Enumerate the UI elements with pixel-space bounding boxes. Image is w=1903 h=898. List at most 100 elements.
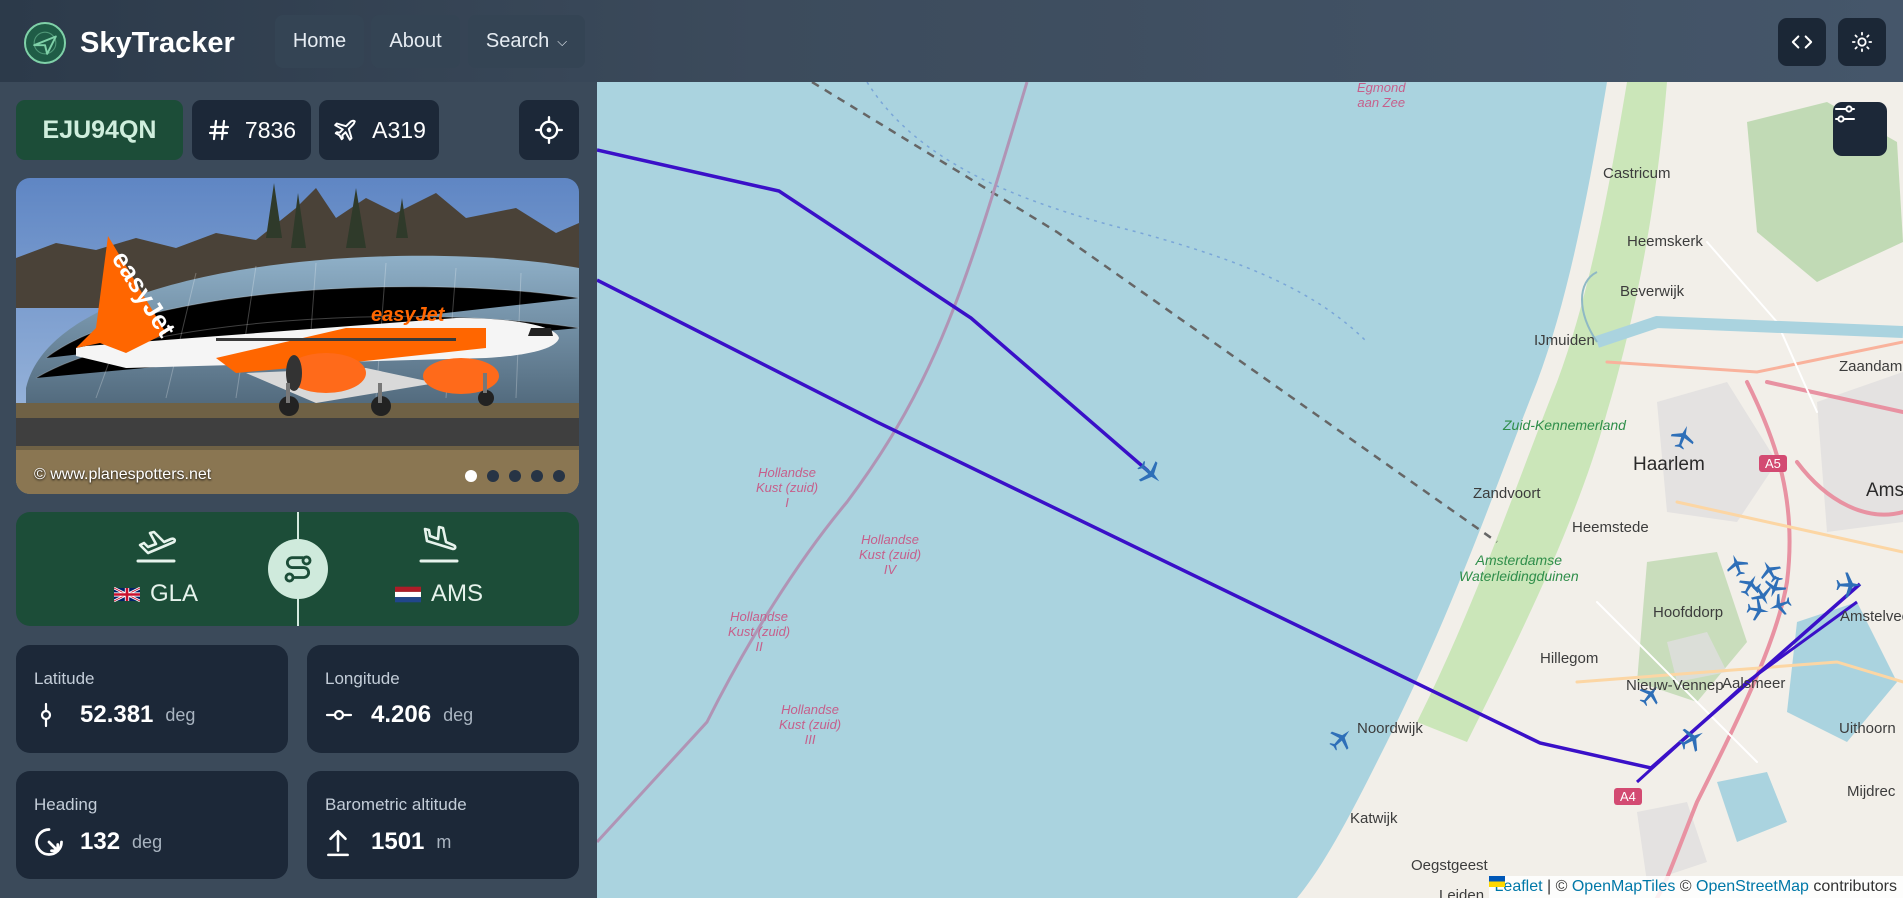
altitude-label: Barometric altitude bbox=[325, 795, 467, 814]
altitude-value: 1501 bbox=[371, 828, 425, 855]
map-attribution: Leaflet | © OpenMapTiles © OpenStreetMap… bbox=[1488, 876, 1903, 898]
nav-search-label: Search bbox=[485, 30, 550, 52]
heading-value: 132 bbox=[80, 828, 121, 855]
svg-text:easyJet: easyJet bbox=[371, 304, 446, 326]
flight-number: 7836 bbox=[244, 116, 297, 143]
origin-code: GLA bbox=[149, 580, 199, 607]
attribution-sep-2: © bbox=[1675, 878, 1696, 895]
destination-code: AMS bbox=[430, 580, 483, 607]
label-zuid-kennemerland: Zuid-Kennemerland bbox=[1503, 417, 1626, 433]
openmaptiles-link[interactable]: OpenMapTiles bbox=[1572, 878, 1675, 895]
label-heemskerk: Heemskerk bbox=[1627, 233, 1703, 250]
flight-sidebar: EJU94QN 7836 A319 easyJet easyJet © www.… bbox=[0, 82, 597, 898]
label-hk-zuid-iv: Hollandse Kust (zuid) IV bbox=[859, 532, 922, 577]
nav-search-dropdown[interactable]: Search ⌵ bbox=[468, 15, 585, 68]
label-hk-zuid-i: Hollandse Kust (zuid) I bbox=[756, 465, 819, 510]
label-haarlem: Haarlem bbox=[1633, 454, 1705, 475]
nl-flag-icon bbox=[394, 586, 421, 602]
route-button[interactable] bbox=[268, 539, 328, 599]
openstreetmap-link[interactable]: OpenStreetMap bbox=[1696, 878, 1809, 895]
longitude-icon bbox=[325, 703, 359, 727]
aircraft-photo[interactable]: easyJet easyJet © www.planespotters.net bbox=[16, 178, 579, 494]
road-shield-a5: A5 bbox=[1759, 455, 1787, 472]
longitude-card: Longitude 4.206 deg bbox=[307, 645, 579, 753]
label-ijmuiden: IJmuiden bbox=[1534, 332, 1595, 349]
sun-icon bbox=[1851, 31, 1873, 53]
label-castricum: Castricum bbox=[1603, 165, 1671, 182]
latitude-icon bbox=[34, 702, 68, 728]
aircraft-marker-selected[interactable] bbox=[1135, 458, 1165, 488]
arrow-up-icon bbox=[325, 827, 359, 857]
plane-icon bbox=[332, 117, 358, 143]
latitude-unit: deg bbox=[165, 704, 196, 725]
attribution-sep-1: | © bbox=[1542, 878, 1572, 895]
map-settings-button[interactable] bbox=[1833, 102, 1887, 156]
label-leiden: Leiden bbox=[1439, 887, 1485, 898]
sliders-icon bbox=[1835, 105, 1855, 123]
flight-map[interactable]: Egmond aan Zee Hollandse Kust (zuid) I H… bbox=[597, 82, 1903, 898]
label-amstelveen: Amstelvee bbox=[1840, 608, 1903, 625]
altitude-unit: m bbox=[436, 831, 452, 852]
carousel-dot-4[interactable] bbox=[531, 470, 543, 482]
route-icon bbox=[284, 555, 312, 583]
carousel-dot-2[interactable] bbox=[487, 470, 499, 482]
carousel-dot-5[interactable] bbox=[553, 470, 565, 482]
nav-home-label: Home bbox=[292, 30, 347, 52]
attribution-contributors: contributors bbox=[1808, 878, 1897, 895]
ukraine-flag-icon bbox=[1488, 876, 1505, 887]
longitude-value: 4.206 bbox=[371, 701, 432, 728]
label-waterleidingduinen: Amsterdamse Waterleidingduinen bbox=[1459, 552, 1579, 584]
label-hillegom: Hillegom bbox=[1540, 650, 1599, 667]
longitude-unit: deg bbox=[443, 704, 474, 725]
carousel-dot-1[interactable] bbox=[465, 470, 477, 482]
callsign-badge: EJU94QN bbox=[16, 100, 183, 160]
aircraft-marker[interactable] bbox=[1677, 724, 1707, 754]
crosshair-icon bbox=[535, 116, 563, 144]
route-panel: GLA AMS bbox=[16, 512, 579, 626]
code-icon bbox=[1791, 35, 1813, 49]
label-beverwijk: Beverwijk bbox=[1620, 283, 1685, 300]
label-mijdrecht: Mijdrec bbox=[1847, 783, 1896, 800]
nav-about[interactable]: About bbox=[371, 15, 460, 68]
photo-credit[interactable]: © www.planespotters.net bbox=[34, 466, 211, 484]
latitude-card: Latitude 52.381 deg bbox=[16, 645, 288, 753]
label-oegstgeest: Oegstgeest bbox=[1411, 857, 1488, 874]
aircraft-marker[interactable] bbox=[1669, 423, 1697, 451]
label-uithoorn: Uithoorn bbox=[1839, 720, 1896, 737]
photo-carousel-dots bbox=[465, 470, 565, 482]
brand-title[interactable]: SkyTracker bbox=[80, 27, 235, 60]
aircraft-marker[interactable] bbox=[1327, 725, 1355, 753]
aircraft-marker[interactable] bbox=[1745, 597, 1771, 623]
code-button[interactable] bbox=[1778, 18, 1826, 66]
aircraft-marker[interactable] bbox=[1834, 570, 1864, 600]
heading-unit: deg bbox=[132, 831, 163, 852]
heading-icon bbox=[34, 827, 68, 857]
label-heemstede: Heemstede bbox=[1572, 519, 1649, 536]
aircraft-type: A319 bbox=[372, 116, 426, 143]
label-hk-zuid-ii: Hollandse Kust (zuid) II bbox=[728, 609, 791, 654]
label-amsterdam: Amst bbox=[1866, 480, 1903, 501]
locate-aircraft-button[interactable] bbox=[519, 100, 579, 160]
destination-section[interactable]: AMS bbox=[339, 524, 539, 608]
latitude-value: 52.381 bbox=[80, 701, 154, 728]
logo-icon[interactable] bbox=[24, 22, 66, 64]
heading-label: Heading bbox=[34, 795, 98, 814]
nav-home[interactable]: Home bbox=[275, 15, 364, 68]
longitude-label: Longitude bbox=[325, 669, 400, 688]
shipping-lane bbox=[866, 82, 1368, 343]
altitude-card: Barometric altitude 1501 m bbox=[307, 771, 579, 879]
label-nieuw-vennep: Nieuw-Vennep bbox=[1626, 677, 1724, 694]
theme-toggle-button[interactable] bbox=[1838, 18, 1886, 66]
aircraft-type-badge: A319 bbox=[319, 100, 439, 160]
road-shield-a4: A4 bbox=[1614, 788, 1642, 805]
chevron-down-icon: ⌵ bbox=[557, 33, 568, 49]
track-line-current bbox=[597, 148, 1150, 473]
aircraft-marker[interactable] bbox=[1757, 558, 1783, 584]
takeoff-icon bbox=[56, 524, 256, 566]
label-hk-zuid-iii: Hollandse Kust (zuid) III bbox=[779, 702, 842, 747]
latitude-label: Latitude bbox=[34, 669, 95, 688]
carousel-dot-3[interactable] bbox=[509, 470, 521, 482]
landing-icon bbox=[339, 524, 539, 566]
uk-flag-icon bbox=[113, 586, 140, 602]
origin-section[interactable]: GLA bbox=[56, 524, 256, 608]
